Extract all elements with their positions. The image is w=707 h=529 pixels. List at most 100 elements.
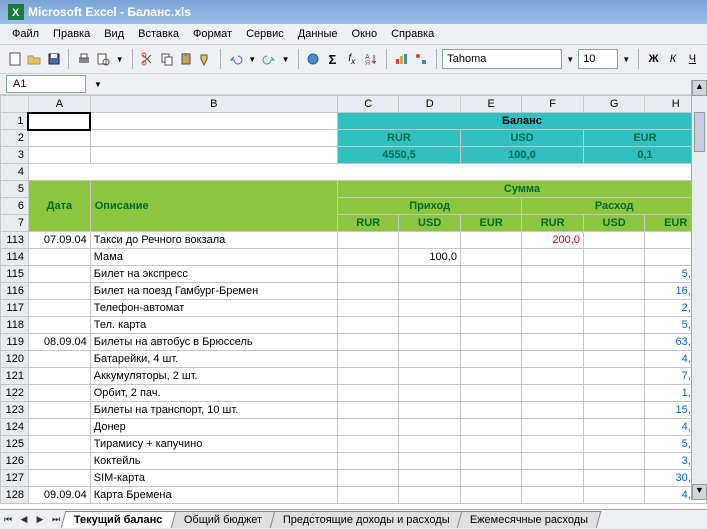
row-header[interactable]: 1	[1, 113, 29, 130]
cell-date[interactable]: 08.09.04	[28, 334, 90, 351]
cell-desc[interactable]: Коктейль	[90, 453, 337, 470]
cell-value[interactable]	[583, 487, 644, 504]
cell[interactable]	[28, 164, 706, 181]
open-button[interactable]	[25, 48, 42, 70]
tab-nav-first[interactable]: ⏮	[0, 512, 16, 528]
menu-Вид[interactable]: Вид	[98, 26, 130, 42]
cell-value[interactable]	[337, 368, 398, 385]
tab-nav-prev[interactable]: ◀	[16, 512, 32, 528]
cell-date[interactable]	[28, 249, 90, 266]
row-header[interactable]: 6	[1, 198, 29, 215]
income-header[interactable]: Приход	[337, 198, 521, 215]
col-header[interactable]: D	[399, 96, 461, 113]
scroll-down-button[interactable]: ▼	[692, 484, 707, 500]
menu-Файл[interactable]: Файл	[6, 26, 45, 42]
cell-value[interactable]	[337, 266, 398, 283]
cell[interactable]	[90, 130, 337, 147]
cell-value[interactable]	[583, 419, 644, 436]
cell-value[interactable]	[337, 351, 398, 368]
cell-desc[interactable]: Батарейки, 4 шт.	[90, 351, 337, 368]
row-header[interactable]: 121	[1, 368, 29, 385]
row-header[interactable]: 4	[1, 164, 29, 181]
cell-date[interactable]: 07.09.04	[28, 232, 90, 249]
cell-date[interactable]	[28, 402, 90, 419]
cell-value[interactable]	[522, 249, 584, 266]
balance-currency[interactable]: EUR	[583, 130, 706, 147]
cell-desc[interactable]: Билеты на транспорт, 10 шт.	[90, 402, 337, 419]
vertical-scrollbar[interactable]: ▲ ▼	[691, 80, 707, 500]
cell-value[interactable]	[337, 470, 398, 487]
cell-date[interactable]	[28, 317, 90, 334]
cell-value[interactable]	[583, 402, 644, 419]
cell-value[interactable]	[583, 334, 644, 351]
currency-header[interactable]: RUR	[522, 215, 584, 232]
cell-value[interactable]	[399, 436, 461, 453]
row-header[interactable]: 126	[1, 453, 29, 470]
menu-Сервис[interactable]: Сервис	[240, 26, 290, 42]
row-header[interactable]: 113	[1, 232, 29, 249]
row-header[interactable]: 5	[1, 181, 29, 198]
cell-value[interactable]	[583, 368, 644, 385]
cell-value[interactable]	[522, 317, 584, 334]
function-button[interactable]: fx	[343, 48, 360, 70]
toolbar-dropdown[interactable]: ▼	[114, 55, 126, 64]
sort-button[interactable]: AЯ	[363, 48, 380, 70]
cell-value[interactable]	[399, 487, 461, 504]
cell-value[interactable]	[583, 351, 644, 368]
cell-value[interactable]	[583, 266, 644, 283]
cut-button[interactable]	[138, 48, 155, 70]
menu-Вставка[interactable]: Вставка	[132, 26, 185, 42]
namebox-dropdown[interactable]: ▼	[92, 80, 104, 89]
cell-date[interactable]	[28, 453, 90, 470]
row-header[interactable]: 124	[1, 419, 29, 436]
cell-value[interactable]	[522, 487, 584, 504]
print-button[interactable]	[75, 48, 92, 70]
select-all[interactable]	[1, 96, 29, 113]
font-name-select[interactable]	[442, 49, 562, 69]
cell[interactable]	[90, 113, 337, 130]
cell[interactable]	[90, 147, 337, 164]
cell-desc[interactable]: Аккумуляторы, 2 шт.	[90, 368, 337, 385]
col-header[interactable]: E	[460, 96, 521, 113]
col-header[interactable]: B	[90, 96, 337, 113]
currency-header[interactable]: USD	[399, 215, 461, 232]
cell[interactable]	[28, 130, 90, 147]
cell-value[interactable]	[522, 300, 584, 317]
col-header[interactable]: A	[28, 96, 90, 113]
date-header[interactable]: Дата	[28, 181, 90, 232]
cell-value[interactable]	[522, 419, 584, 436]
autosum-button[interactable]: Σ	[324, 48, 341, 70]
cell[interactable]	[28, 113, 90, 130]
expense-header[interactable]: Расход	[522, 198, 707, 215]
cell-value[interactable]	[399, 334, 461, 351]
cell-value[interactable]	[522, 385, 584, 402]
size-dropdown[interactable]: ▼	[620, 55, 632, 64]
cell-desc[interactable]: Такси до Речного вокзала	[90, 232, 337, 249]
redo-button[interactable]	[260, 48, 277, 70]
paste-button[interactable]	[177, 48, 194, 70]
cell-value[interactable]	[460, 232, 521, 249]
col-header[interactable]: G	[583, 96, 644, 113]
cell-value[interactable]	[399, 266, 461, 283]
print-preview-button[interactable]	[94, 48, 111, 70]
cell-date[interactable]	[28, 436, 90, 453]
cell-desc[interactable]: Билет на экспресс	[90, 266, 337, 283]
cell-desc[interactable]: Мама	[90, 249, 337, 266]
col-header[interactable]: C	[337, 96, 398, 113]
cell-value[interactable]	[337, 300, 398, 317]
cell-date[interactable]	[28, 283, 90, 300]
menu-Формат[interactable]: Формат	[187, 26, 238, 42]
cell-value[interactable]	[337, 385, 398, 402]
row-header[interactable]: 123	[1, 402, 29, 419]
row-header[interactable]: 128	[1, 487, 29, 504]
cell-value[interactable]	[583, 436, 644, 453]
col-header[interactable]: F	[522, 96, 584, 113]
menu-Правка[interactable]: Правка	[47, 26, 96, 42]
cell-value[interactable]	[460, 402, 521, 419]
desc-header[interactable]: Описание	[90, 181, 337, 232]
sheet-tab[interactable]: Предстоящие доходы и расходы	[269, 511, 462, 528]
cell-value[interactable]	[460, 317, 521, 334]
cell-value[interactable]	[522, 334, 584, 351]
cell-desc[interactable]: Тел. карта	[90, 317, 337, 334]
italic-button[interactable]: К	[664, 48, 681, 70]
